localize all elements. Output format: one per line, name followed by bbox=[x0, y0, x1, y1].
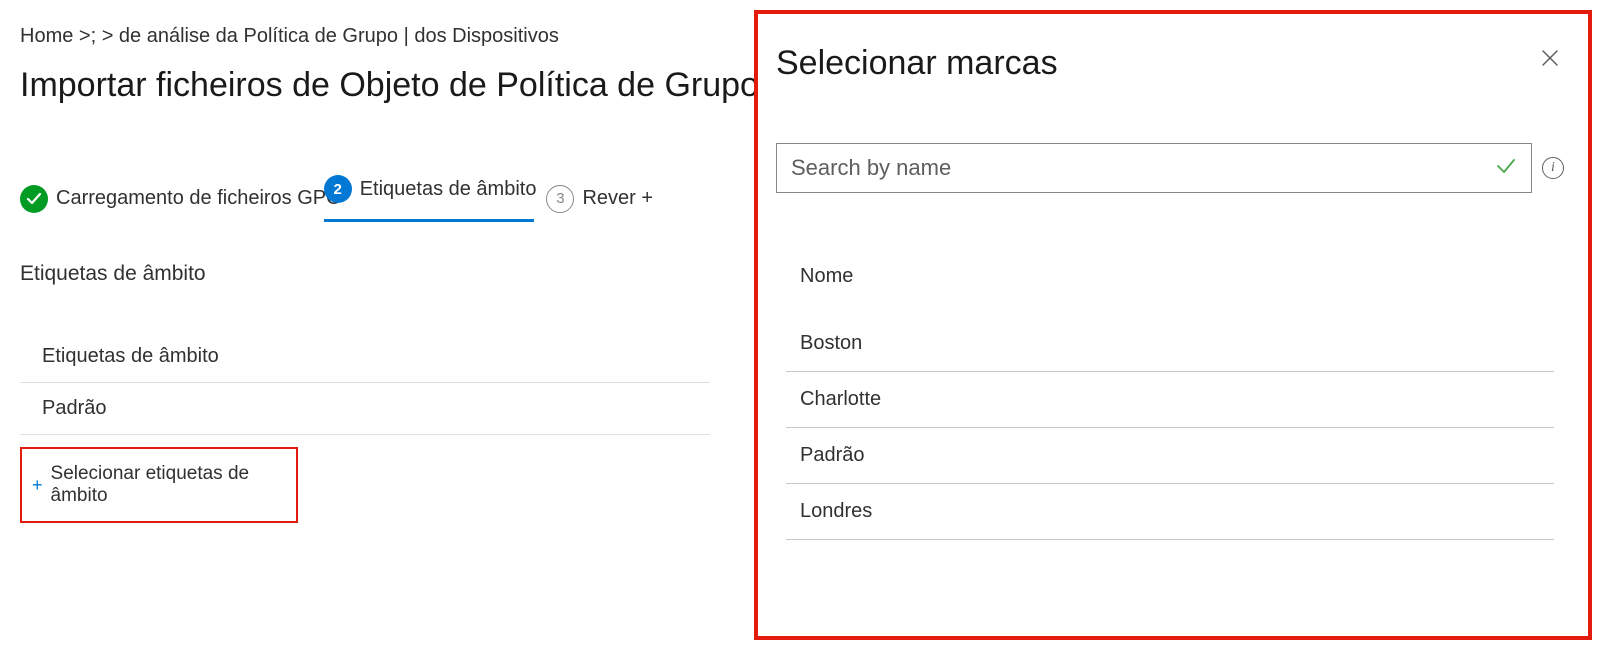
page-title: Importar ficheiros de Objeto de Política… bbox=[20, 66, 710, 105]
scope-tags-table: Etiquetas de âmbito Padrão bbox=[20, 331, 710, 435]
column-header: Etiquetas de âmbito bbox=[20, 331, 710, 383]
select-scope-tags-label: Selecionar etiquetas de âmbito bbox=[51, 463, 286, 507]
list-item[interactable]: Londres bbox=[786, 484, 1554, 540]
active-step-underline bbox=[324, 219, 534, 222]
list-item[interactable]: Padrão bbox=[786, 428, 1554, 484]
breadcrumb[interactable]: Home >; > de análise da Política de Grup… bbox=[20, 25, 710, 48]
list-item[interactable]: Charlotte bbox=[786, 372, 1554, 428]
step-label: Rever + bbox=[582, 187, 653, 210]
step-label: Carregamento de ficheiros GPO bbox=[56, 187, 342, 210]
list-item[interactable]: Boston bbox=[786, 316, 1554, 372]
checkmark-icon bbox=[1495, 155, 1517, 182]
wizard-steps: Carregamento de ficheiros GPO 2 Etiqueta… bbox=[20, 175, 710, 222]
close-button[interactable] bbox=[1536, 44, 1564, 72]
search-row: i bbox=[776, 143, 1564, 193]
step-number-icon: 2 bbox=[324, 175, 352, 203]
search-box[interactable] bbox=[776, 143, 1532, 193]
tags-list: Nome Boston Charlotte Padrão Londres bbox=[776, 253, 1564, 540]
check-icon bbox=[20, 185, 48, 213]
search-input[interactable] bbox=[791, 155, 1495, 181]
panel-title: Selecionar marcas bbox=[776, 44, 1058, 83]
info-icon[interactable]: i bbox=[1542, 157, 1564, 179]
close-icon bbox=[1540, 48, 1560, 68]
step-review[interactable]: 3 Rever + bbox=[546, 185, 653, 213]
step-label: Etiquetas de âmbito bbox=[360, 178, 537, 201]
step-file-upload[interactable]: Carregamento de ficheiros GPO bbox=[20, 185, 342, 213]
section-heading: Etiquetas de âmbito bbox=[20, 262, 710, 286]
plus-icon: + bbox=[32, 475, 43, 496]
select-tags-panel: Selecionar marcas i Nome Boston Charlott… bbox=[754, 10, 1592, 640]
select-scope-tags-button[interactable]: + Selecionar etiquetas de âmbito bbox=[20, 447, 298, 523]
step-number-icon: 3 bbox=[546, 185, 574, 213]
step-scope-tags[interactable]: 2 Etiquetas de âmbito bbox=[324, 175, 537, 222]
table-row: Padrão bbox=[20, 383, 710, 435]
main-content: Home >; > de análise da Política de Grup… bbox=[0, 0, 730, 523]
list-column-header: Nome bbox=[786, 253, 1554, 316]
